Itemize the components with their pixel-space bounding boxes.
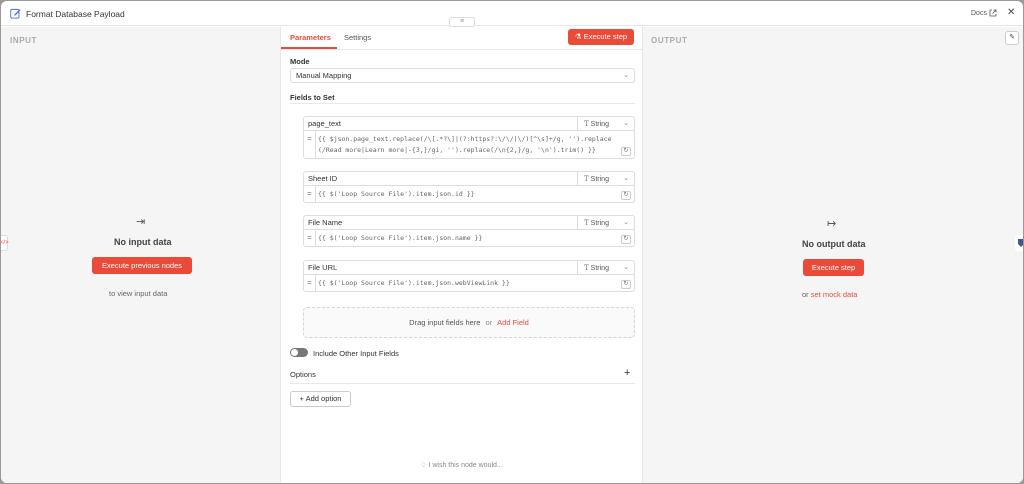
pencil-icon: ✎ (1009, 34, 1015, 41)
input-panel: INPUT ⇥ No input data Execute previous n… (1, 27, 280, 483)
tab-settings[interactable]: Settings (344, 33, 371, 42)
add-field-link[interactable]: Add Field (497, 318, 529, 327)
shield-icon (1018, 239, 1023, 247)
output-panel: OUTPUT ✎ ↦ No output data Execute step o… (643, 27, 1023, 483)
expression-toggle-icon[interactable]: ↻ (621, 235, 631, 244)
field-value-expression[interactable]: {{ $('Loop Source File').item.json.webVi… (318, 278, 616, 289)
field-assignment: File URL T String ⌄ = {{ $('Loop Source Fi… (303, 260, 635, 292)
field-assignment: File Name T String ⌄ = {{ $('Loop Source F… (303, 215, 635, 247)
field-value-expression[interactable]: {{ $json.page_text.replace(/\[.*?\]|(?:h… (318, 134, 616, 156)
output-arrow-icon: ↦ (827, 218, 837, 230)
field-name-input[interactable]: File URL (304, 261, 578, 275)
input-panel-label: INPUT (10, 36, 37, 45)
output-hint-prefix: or (802, 290, 809, 299)
feedback-text: I wish this node would... (428, 462, 503, 469)
mode-value: Manual Mapping (296, 71, 352, 80)
edit-output-button[interactable]: ✎ (1005, 31, 1019, 45)
feedback-prompt[interactable]: ♢ I wish this node would... (281, 461, 642, 469)
no-input-title: No input data (114, 237, 172, 247)
panel-drag-handle[interactable]: ≡ (449, 17, 475, 27)
field-type-value: String (590, 121, 609, 128)
divider (290, 103, 635, 104)
include-other-fields-toggle[interactable] (290, 348, 308, 357)
equals-icon: = (304, 230, 316, 246)
expression-toggle-icon[interactable]: ↻ (621, 280, 631, 289)
mode-label: Mode (290, 57, 310, 66)
fields-to-set-label: Fields to Set (290, 93, 335, 102)
external-link-icon[interactable] (989, 9, 997, 17)
chevron-down-icon: ⌄ (623, 264, 629, 271)
tab-parameters[interactable]: Parameters (290, 33, 331, 42)
set-mock-data-link[interactable]: set mock data (811, 290, 858, 299)
field-dropzone[interactable]: Drag input fields here or Add Field (303, 307, 635, 338)
tab-divider (281, 49, 642, 50)
include-other-fields-label: Include Other Input Fields (313, 349, 399, 358)
field-name-input[interactable]: page_text (304, 117, 578, 131)
field-assignment: page_text T String ⌄ = {{ $json.page_text.… (303, 116, 635, 159)
dropzone-text: Drag input fields here (409, 318, 481, 327)
add-option-button[interactable]: + Add option (290, 391, 351, 407)
expression-toggle-icon[interactable]: ↻ (621, 147, 631, 156)
equals-icon: = (304, 275, 316, 291)
field-value-expression[interactable]: {{ $('Loop Source File').item.json.name … (318, 233, 616, 244)
parameters-panel: Parameters Settings ⚗ Execute step Mode … (280, 27, 643, 483)
mode-select[interactable]: Manual Mapping ⌄ (290, 68, 635, 83)
docs-link[interactable]: Docs (971, 10, 987, 17)
chevron-down-icon: ⌄ (623, 219, 629, 226)
modal-header: Format Database Payload ≡ Docs ✕ (1, 1, 1023, 27)
node-title[interactable]: Format Database Payload (26, 9, 125, 19)
input-arrow-icon: ⇥ (136, 216, 146, 228)
flask-icon: ⚗ (574, 32, 584, 41)
divider (290, 383, 635, 384)
execute-step-label: Execute step (583, 32, 628, 41)
field-type-select[interactable]: T String ⌄ (578, 261, 634, 275)
no-output-title: No output data (802, 239, 866, 249)
equals-icon: = (304, 186, 316, 202)
chevron-down-icon: ⌄ (623, 72, 629, 79)
ai-assistant-tab[interactable] (1015, 235, 1023, 251)
code-toggle-icon[interactable]: </> (1, 235, 9, 251)
text-type-icon: T (584, 120, 589, 128)
node-details-modal: Format Database Payload ≡ Docs ✕ INPUT ⇥… (1, 1, 1023, 483)
field-type-value: String (590, 176, 609, 183)
field-type-value: String (590, 265, 609, 272)
field-type-value: String (590, 220, 609, 227)
execute-step-button[interactable]: ⚗ Execute step (568, 29, 634, 45)
field-type-select[interactable]: T String ⌄ (578, 172, 634, 186)
close-icon[interactable]: ✕ (1007, 7, 1015, 18)
chevron-down-icon: ⌄ (623, 120, 629, 127)
field-name-input[interactable]: Sheet ID (304, 172, 578, 186)
execute-step-output-button[interactable]: Execute step (803, 259, 864, 276)
output-hint: or set mock data (802, 290, 857, 299)
expression-toggle-icon[interactable]: ↻ (621, 191, 631, 200)
chevron-down-icon: ⌄ (623, 175, 629, 182)
options-label: Options (290, 370, 316, 379)
node-edit-icon (10, 8, 21, 19)
text-type-icon: T (584, 264, 589, 272)
execute-previous-nodes-button[interactable]: Execute previous nodes (92, 257, 192, 274)
text-type-icon: T (584, 219, 589, 227)
field-name-input[interactable]: File Name (304, 216, 578, 230)
input-hint: to view input data (109, 289, 168, 298)
dropzone-or: or (485, 318, 493, 327)
field-assignment: Sheet ID T String ⌄ = {{ $('Loop Source Fi… (303, 171, 635, 203)
field-value-expression[interactable]: {{ $('Loop Source File').item.json.id }} (318, 189, 616, 200)
add-option-label: Add option (305, 394, 342, 403)
field-type-select[interactable]: T String ⌄ (578, 117, 634, 131)
field-type-select[interactable]: T String ⌄ (578, 216, 634, 230)
plus-icon[interactable]: + (624, 367, 630, 379)
text-type-icon: T (584, 175, 589, 183)
output-panel-label: OUTPUT (651, 36, 688, 45)
equals-icon: = (304, 131, 316, 158)
